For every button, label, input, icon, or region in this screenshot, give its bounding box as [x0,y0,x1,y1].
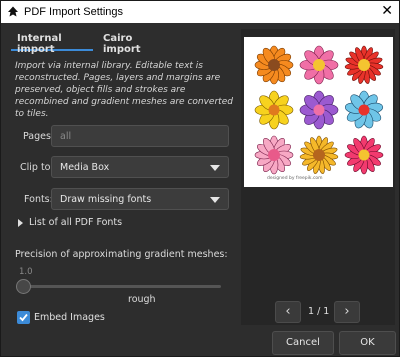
prev-page-button[interactable]: ‹ [275,301,301,323]
pdf-import-dialog: PDF Import Settings ✕ Internal import Ca… [0,0,400,357]
close-icon[interactable]: ✕ [381,4,393,18]
import-mode-tabs: Internal import Cairo import [7,29,232,55]
ok-button[interactable]: OK [339,331,396,355]
chevron-right-icon: › [344,304,350,319]
clip-to-label: Clip to: [20,162,54,173]
fonts-select[interactable]: Draw missing fonts [51,188,229,210]
tab-internal-import[interactable]: Internal import [11,29,93,55]
tab-cairo-import[interactable]: Cairo import [103,29,173,55]
fonts-label: Fonts: [24,194,53,205]
chevron-left-icon: ‹ [285,304,291,319]
pages-label: Pages: [23,131,55,142]
clip-to-select[interactable]: Media Box [51,156,229,178]
pages-input[interactable]: all [51,125,229,147]
cancel-button[interactable]: Cancel [272,331,334,355]
precision-quality-label: rough [128,294,156,305]
precision-label: Precision of approximating gradient mesh… [15,249,228,260]
fonts-value: Draw missing fonts [60,194,152,205]
clip-to-value: Media Box [60,162,110,173]
next-page-button[interactable]: › [334,301,360,323]
chevron-down-icon [210,197,220,203]
checkmark-icon [19,313,28,322]
chevron-down-icon [210,165,220,171]
precision-slider-handle[interactable] [16,279,31,294]
page-preview [244,37,393,187]
pages-input-value: all [60,131,72,142]
embed-images-checkbox[interactable] [17,311,30,324]
expander-arrow-icon [18,218,23,227]
preview-credit: designed by freepik.com [267,176,323,181]
precision-slider-track[interactable] [23,285,221,288]
pdf-fonts-expander-label: List of all PDF Fonts [29,217,123,228]
pdf-fonts-expander[interactable]: List of all PDF Fonts [18,217,122,228]
flowers-preview-image [254,45,384,175]
page-indicator: 1 / 1 [308,306,330,317]
import-description: Import via internal library. Editable te… [15,61,233,119]
precision-value: 1.0 [19,267,33,277]
inkscape-app-icon [8,6,18,17]
embed-images-label[interactable]: Embed Images [34,312,105,323]
title-bar: PDF Import Settings ✕ [1,1,399,23]
window-title: PDF Import Settings [24,6,124,18]
